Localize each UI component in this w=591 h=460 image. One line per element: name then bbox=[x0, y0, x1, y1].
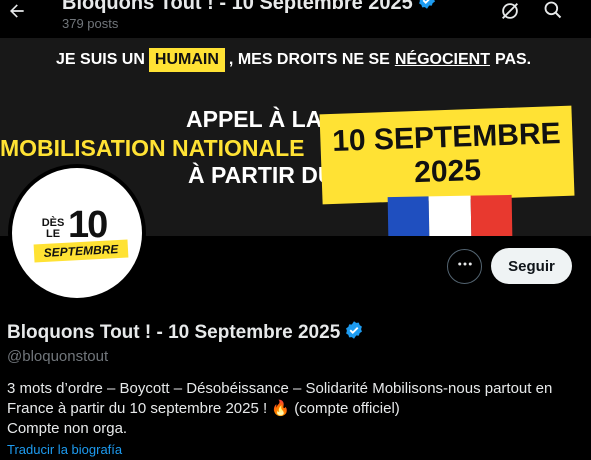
flag-stripe-red bbox=[470, 194, 513, 236]
banner-appel: APPEL À LA bbox=[186, 106, 323, 132]
avatar-des-text: DÈS LE bbox=[40, 218, 66, 240]
avatar[interactable]: DÈS LE 10 SEPTEMBRE bbox=[8, 164, 146, 302]
bio-line-2: France à partir du 10 septembre 2025 ! 🔥… bbox=[7, 399, 587, 419]
banner-slogan-end: PAS. bbox=[494, 51, 532, 68]
back-button[interactable] bbox=[4, 0, 30, 26]
fire-emoji-icon: 🔥 bbox=[271, 400, 291, 417]
banner-date-line2: 2025 bbox=[413, 153, 482, 190]
avatar-le: LE bbox=[45, 228, 61, 240]
profile-bio: 3 mots d’ordre – Boycott – Désobéissance… bbox=[7, 379, 587, 439]
verified-badge-icon[interactable] bbox=[344, 320, 364, 345]
post-count: 379 posts bbox=[62, 16, 119, 31]
french-flag bbox=[387, 194, 513, 236]
profile-name-row: Bloquons Tout ! - 10 Septembre 2025 bbox=[7, 320, 364, 345]
banner-slogan-underline: NÉGOCIENT bbox=[394, 51, 490, 68]
header-title: Bloquons Tout ! - 10 Septembre 2025 bbox=[62, 0, 413, 14]
search-icon bbox=[543, 1, 563, 24]
banner-date-box: 10 SEPTEMBRE 2025 bbox=[319, 105, 575, 205]
header-title-row: Bloquons Tout ! - 10 Septembre 2025 bbox=[62, 0, 437, 16]
search-button[interactable] bbox=[543, 0, 565, 22]
banner-slogan-mid: , MES DROITS NE SE bbox=[228, 51, 390, 68]
bio-line-2-text: France à partir du 10 septembre 2025 ! bbox=[7, 400, 268, 417]
banner-partir: À PARTIR DU bbox=[188, 162, 335, 188]
bio-line-3: Compte non orga. bbox=[7, 420, 128, 437]
bio-line-1: 3 mots d’ordre – Boycott – Désobéissance… bbox=[7, 380, 553, 397]
profile-handle: @bloquonstout bbox=[7, 348, 109, 365]
more-dots-icon bbox=[456, 255, 474, 278]
follow-button[interactable]: Seguir bbox=[491, 248, 572, 284]
translate-bio-link[interactable]: Traducir la biografía bbox=[7, 442, 122, 457]
grok-button[interactable] bbox=[499, 0, 523, 24]
avatar-month: SEPTEMBRE bbox=[33, 239, 129, 263]
verified-badge-icon bbox=[417, 0, 437, 16]
banner-mobilisation: MOBILISATION NATIONALE bbox=[0, 135, 305, 161]
arrow-left-icon bbox=[7, 1, 27, 26]
more-options-button[interactable] bbox=[447, 249, 482, 284]
profile-name: Bloquons Tout ! - 10 Septembre 2025 bbox=[7, 321, 341, 343]
banner-slogan-highlight: HUMAIN bbox=[148, 48, 225, 72]
banner-date-line1: 10 SEPTEMBRE bbox=[331, 117, 562, 158]
banner-slogan: JE SUIS UN HUMAIN , MES DROITS NE SE NÉG… bbox=[56, 48, 531, 72]
banner-slogan-start: JE SUIS UN bbox=[56, 51, 145, 68]
flag-stripe-white bbox=[428, 195, 472, 236]
avatar-logo: DÈS LE 10 SEPTEMBRE bbox=[12, 168, 142, 298]
bio-line-2-end: (compte officiel) bbox=[294, 400, 400, 417]
flag-stripe-blue bbox=[387, 196, 430, 236]
top-bar: Bloquons Tout ! - 10 Septembre 2025 379 … bbox=[0, 0, 591, 38]
grok-icon bbox=[499, 3, 521, 26]
